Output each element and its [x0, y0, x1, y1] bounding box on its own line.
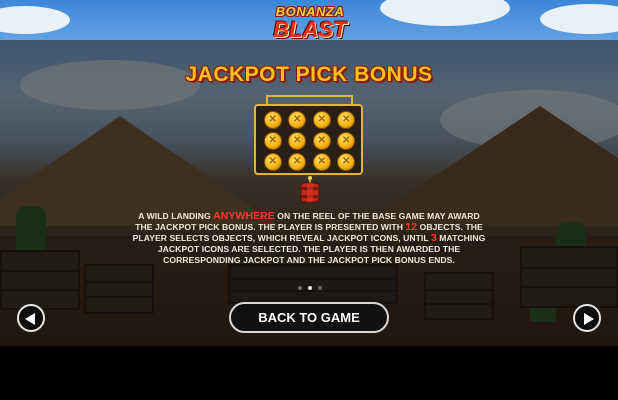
- board-hanger: [266, 95, 353, 105]
- game-logo: BONANZA BLAST: [270, 2, 350, 58]
- highlight-object-count: 12: [405, 220, 418, 233]
- previous-page-button[interactable]: [17, 304, 45, 332]
- gold-coin-icon: [312, 153, 331, 171]
- chevron-right-icon: [584, 313, 594, 325]
- back-to-game-button[interactable]: BACK TO GAME: [229, 302, 389, 333]
- gold-coin-icon: [337, 111, 356, 129]
- page-dot: [298, 286, 302, 290]
- bonus-board: [254, 95, 363, 175]
- gold-coin-icon: [337, 153, 356, 171]
- game-screen: BONANZA BLAST JACKPOT PICK BONUS A WILD …: [0, 0, 618, 346]
- gold-coin-icon: [288, 132, 307, 150]
- gold-coin-icon: [337, 132, 356, 150]
- description-part-1: A WILD LANDING: [138, 211, 214, 221]
- pagination-dots: [298, 286, 322, 292]
- highlight-anywhere: ANYWHERE: [213, 210, 275, 222]
- gold-coin-icon: [312, 111, 331, 129]
- next-page-button[interactable]: [573, 304, 601, 332]
- bottom-letterbox: [0, 346, 618, 400]
- page-title: JACKPOT PICK BONUS: [185, 63, 433, 86]
- bonus-description: A WILD LANDING ANYWHERE ON THE REEL OF T…: [130, 211, 488, 266]
- gold-coin-icon: [312, 132, 331, 150]
- gold-coin-icon: [263, 111, 282, 129]
- page-dot: [308, 286, 312, 290]
- gold-coin-icon: [288, 111, 307, 129]
- gold-coin-icon: [263, 153, 282, 171]
- gold-coin-icon: [288, 153, 307, 171]
- page-dot: [318, 286, 322, 290]
- dynamite-icon: [300, 176, 320, 203]
- logo-line-2: BLAST: [273, 17, 347, 42]
- board-grid: [262, 111, 357, 171]
- gold-coin-icon: [263, 132, 282, 150]
- chevron-left-icon: [25, 313, 35, 325]
